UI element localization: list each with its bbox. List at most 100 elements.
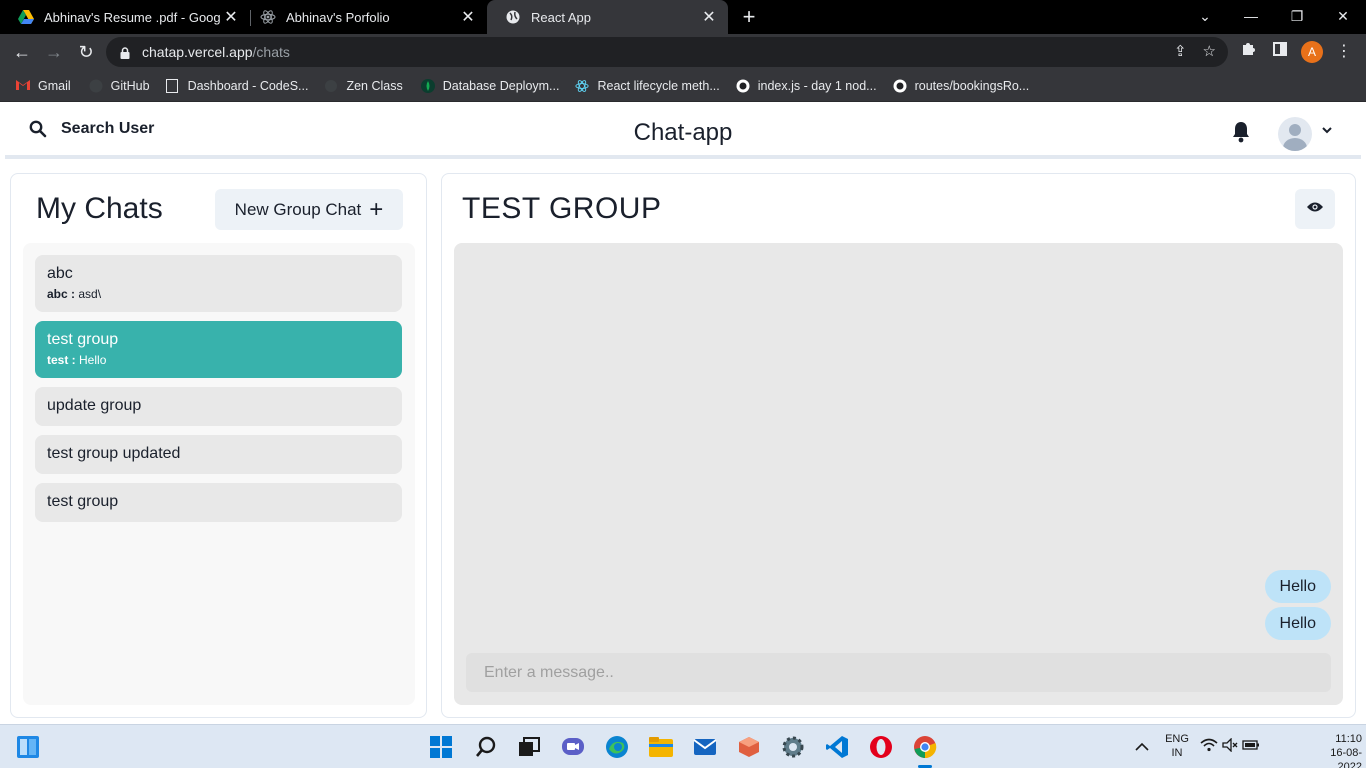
chat-app-page: Search User Chat-app My Chats New Group … bbox=[0, 102, 1366, 724]
new-group-chat-button[interactable]: New Group Chat + bbox=[215, 189, 403, 230]
minimize-button[interactable]: — bbox=[1228, 0, 1274, 34]
close-window-button[interactable]: ✕ bbox=[1320, 0, 1366, 34]
plus-icon: + bbox=[369, 195, 384, 223]
browser-profile-avatar[interactable]: A bbox=[1301, 41, 1323, 63]
chat-name: update group bbox=[47, 397, 142, 414]
bookmark-label: GitHub bbox=[110, 78, 150, 93]
chat-item-update-group[interactable]: update group bbox=[35, 387, 402, 426]
chat-name: test group bbox=[47, 331, 119, 348]
bookmark-index-js[interactable]: index.js - day 1 nod... bbox=[736, 79, 877, 93]
url-path: /chats bbox=[252, 44, 290, 60]
chat-name: abc bbox=[47, 265, 73, 282]
tab-title: Abhinav's Porfolio bbox=[286, 9, 390, 25]
chat-name: test group updated bbox=[47, 445, 181, 462]
bookmark-star-icon[interactable]: ☆ bbox=[1203, 42, 1216, 60]
office-apps-icon[interactable] bbox=[735, 733, 763, 761]
message-bubble: Hello bbox=[1264, 570, 1331, 603]
messages-area: Hello Hello bbox=[454, 243, 1343, 705]
widgets-icon[interactable] bbox=[14, 733, 42, 761]
windows-taskbar: ENG IN 11:10 16-08-2022 bbox=[0, 724, 1366, 768]
back-arrow-icon[interactable]: ← bbox=[8, 38, 36, 66]
bookmark-label: routes/bookingsRo... bbox=[914, 78, 1030, 93]
app-title: Chat-app bbox=[633, 119, 733, 146]
url-host: chatap.vercel.app bbox=[142, 44, 253, 60]
settings-gear-icon[interactable] bbox=[779, 733, 807, 761]
wifi-icon bbox=[1200, 738, 1218, 757]
chat-item-abc[interactable]: abc abc : asd\ bbox=[35, 255, 402, 312]
github-icon bbox=[736, 79, 750, 93]
message-bubble: Hello bbox=[1264, 607, 1331, 640]
latest-sender: test : bbox=[47, 353, 76, 367]
address-bar[interactable]: chatap.vercel.app/chats ⇪ ☆ bbox=[106, 37, 1228, 67]
mail-icon[interactable] bbox=[691, 733, 719, 761]
my-chats-title: My Chats bbox=[36, 192, 163, 225]
tab-resume[interactable]: Abhinav's Resume .pdf - Google ✕ bbox=[0, 0, 250, 34]
close-tab-icon[interactable]: ✕ bbox=[698, 7, 720, 27]
app-header: Search User Chat-app bbox=[5, 107, 1361, 159]
browser-toolbar: ← → ↻ chatap.vercel.app/chats ⇪ ☆ ⋮ bbox=[0, 34, 1366, 70]
chat-title: TEST GROUP bbox=[462, 192, 662, 225]
globe-icon bbox=[505, 9, 521, 25]
lock-icon bbox=[120, 46, 130, 59]
bookmark-react-lifecycle[interactable]: React lifecycle meth... bbox=[575, 79, 720, 93]
bookmark-gmail[interactable]: Gmail bbox=[16, 79, 71, 93]
view-group-button[interactable] bbox=[1295, 189, 1335, 229]
clock-date: 16-08-2022 bbox=[1330, 747, 1362, 768]
vscode-icon[interactable] bbox=[823, 733, 851, 761]
extensions-puzzle-icon[interactable] bbox=[1234, 38, 1262, 66]
share-icon[interactable]: ⇪ bbox=[1174, 42, 1187, 60]
bookmark-zen-class[interactable]: Zen Class bbox=[324, 78, 403, 93]
google-drive-icon bbox=[18, 9, 34, 25]
bookmark-database-deployment[interactable]: Database Deploym... bbox=[420, 78, 560, 93]
chat-box-panel: TEST GROUP Hello Hello bbox=[441, 173, 1356, 718]
bookmark-label: Zen Class bbox=[346, 78, 403, 93]
chat-list: abc abc : asd\ test group test : Hello u… bbox=[23, 243, 415, 705]
react-icon bbox=[260, 9, 276, 25]
chevron-down-icon[interactable] bbox=[1321, 123, 1335, 137]
windows-start-icon[interactable] bbox=[427, 733, 455, 761]
notification-bell-icon[interactable] bbox=[1231, 121, 1253, 145]
bookmark-label: Database Deploym... bbox=[442, 78, 560, 93]
message-input[interactable] bbox=[466, 653, 1331, 692]
chrome-icon[interactable] bbox=[911, 733, 939, 761]
browser-menu-icon[interactable]: ⋮ bbox=[1330, 38, 1358, 66]
tab-portfolio[interactable]: Abhinav's Porfolio ✕ bbox=[242, 0, 487, 34]
clock[interactable]: 11:10 16-08-2022 bbox=[1306, 732, 1362, 768]
latest-sender: abc : bbox=[47, 287, 76, 301]
latest-text: asd\ bbox=[78, 287, 102, 301]
taskbar-search-icon[interactable] bbox=[472, 733, 500, 761]
user-avatar[interactable] bbox=[1278, 117, 1312, 151]
gmail-icon bbox=[16, 79, 30, 93]
forward-arrow-icon[interactable]: → bbox=[40, 38, 68, 66]
system-tray-status[interactable] bbox=[1200, 733, 1260, 761]
bookmark-dashboard[interactable]: Dashboard - CodeS... bbox=[165, 78, 308, 93]
chat-item-test-group-updated[interactable]: test group updated bbox=[35, 435, 402, 474]
mongodb-icon bbox=[420, 78, 435, 93]
chat-item-test-group-selected[interactable]: test group test : Hello bbox=[35, 321, 402, 378]
bookmark-label: Gmail bbox=[38, 78, 71, 93]
chat-item-test-group[interactable]: test group bbox=[35, 483, 402, 522]
tab-title: Abhinav's Resume .pdf - Google bbox=[44, 9, 220, 25]
chat-latest-message: test : Hello bbox=[47, 353, 390, 367]
restore-button[interactable]: ❐ bbox=[1274, 0, 1320, 34]
close-tab-icon[interactable]: ✕ bbox=[457, 7, 479, 27]
language-indicator[interactable]: ENG IN bbox=[1160, 732, 1194, 760]
tab-title: React App bbox=[531, 9, 591, 25]
new-tab-button[interactable]: + bbox=[736, 4, 762, 30]
bookmark-routes-bookings[interactable]: routes/bookingsRo... bbox=[893, 78, 1030, 93]
file-explorer-icon[interactable] bbox=[647, 733, 675, 761]
task-view-icon[interactable] bbox=[515, 733, 543, 761]
close-tab-icon[interactable]: ✕ bbox=[220, 7, 242, 27]
bookmark-github[interactable]: GitHub bbox=[89, 79, 150, 93]
react-icon bbox=[575, 79, 590, 93]
reload-icon[interactable]: ↻ bbox=[72, 38, 100, 66]
edge-browser-icon[interactable] bbox=[603, 733, 631, 761]
chat-latest-message: abc : asd\ bbox=[47, 287, 390, 301]
side-panel-icon[interactable] bbox=[1266, 38, 1294, 66]
tab-search-chevron-icon[interactable]: ⌄ bbox=[1182, 0, 1228, 34]
battery-icon bbox=[1242, 738, 1260, 756]
tab-react-app[interactable]: React App ✕ bbox=[487, 0, 728, 34]
teams-chat-icon[interactable] bbox=[559, 733, 587, 761]
opera-icon[interactable] bbox=[867, 733, 895, 761]
show-hidden-icons-chevron-icon[interactable] bbox=[1128, 733, 1156, 761]
